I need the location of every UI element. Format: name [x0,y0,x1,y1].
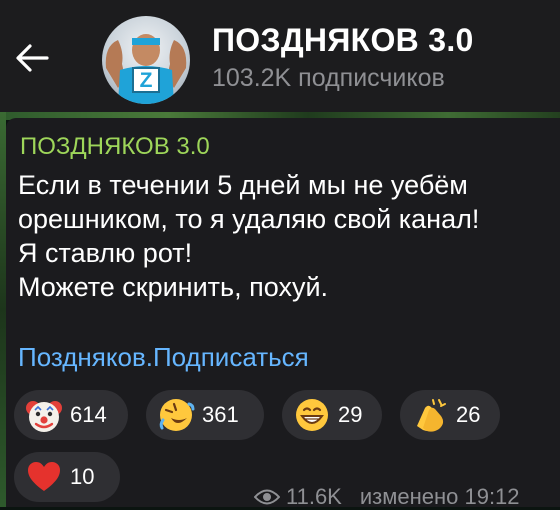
reaction-count: 29 [338,402,363,427]
message-line: Я ставлю рот! [18,238,193,268]
reaction-rofl[interactable]: 361 [146,390,264,440]
message-line: Если в течении 5 дней мы не уебём [18,170,468,200]
message-meta: 11.6K изменено 19:12 [254,484,520,510]
reaction-heart[interactable]: 10 [14,452,120,502]
reaction-count: 10 [70,464,95,489]
channel-title: ПОЗДНЯКОВ 3.0 [212,22,474,58]
channel-avatar[interactable]: Z [102,16,190,104]
message-bubble[interactable]: ПОЗДНЯКОВ 3.0 Если в течении 5 дней мы н… [6,118,560,510]
chat-header: Z ПОЗДНЯКОВ 3.0 103.2K подписчиков [0,0,560,112]
avatar-image: Z [105,34,187,104]
subscriber-count: 103.2K подписчиков [212,64,445,92]
svg-text:Z: Z [140,69,153,92]
eye-icon [254,489,280,505]
clown-face-icon [24,395,64,435]
message-text: Если в течении 5 дней мы не уебём орешни… [18,168,558,304]
grinning-face-icon [292,395,332,435]
reaction-clap[interactable]: 26 [400,390,500,440]
arrow-left-icon [16,44,49,72]
reaction-count: 361 [202,402,239,427]
clapping-hands-icon [410,395,450,435]
view-count: 11.6K [286,484,342,509]
reaction-grin[interactable]: 29 [282,390,382,440]
reaction-count: 26 [456,402,481,427]
edited-timestamp: изменено 19:12 [359,484,520,509]
message-line: Можете скринить, похуй. [18,272,329,302]
back-button[interactable] [10,36,54,80]
message-line: орешником, то я удаляю свой канал! [18,204,480,234]
red-heart-icon [24,457,64,497]
message-author[interactable]: ПОЗДНЯКОВ 3.0 [20,133,210,161]
subscribe-link[interactable]: Поздняков.Подписаться [18,342,309,373]
reaction-count: 614 [70,402,107,427]
reaction-clown[interactable]: 614 [14,390,128,440]
rolling-on-floor-laughing-icon [156,395,196,435]
